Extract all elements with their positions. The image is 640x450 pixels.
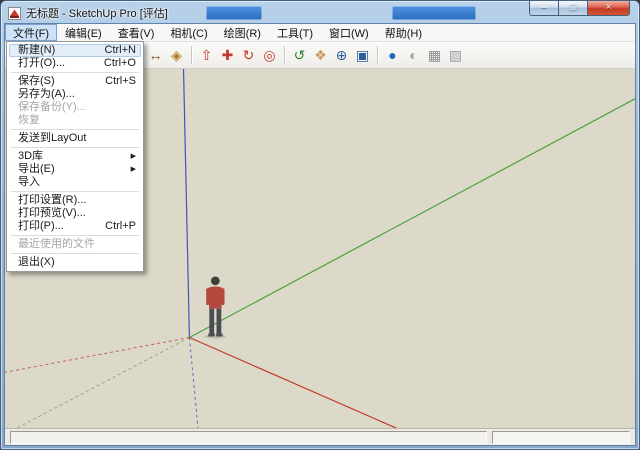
menu-separator (11, 235, 139, 236)
red-axis-negative (5, 338, 189, 373)
menu-item-shortcut: Ctrl+P (95, 220, 136, 233)
menubar-item-view[interactable]: 查看(V) (110, 24, 163, 41)
file-menu-item-open[interactable]: 打开(O)... Ctrl+O (9, 57, 141, 70)
figure-left-arm (206, 288, 209, 305)
menu-item-label: 退出(X) (18, 256, 55, 269)
menubar-item-tools[interactable]: 工具(T) (269, 24, 321, 41)
status-message-area (10, 431, 487, 444)
menu-item-shortcut: Ctrl+O (94, 57, 136, 70)
menu-item-label: 打印设置(R)... (18, 194, 86, 207)
red-axis (189, 338, 443, 428)
blue-axis-negative (189, 338, 198, 428)
window-title: 无标题 - SketchUp Pro [评估] (26, 5, 168, 21)
zoom-tool-icon[interactable]: ⊕ (331, 44, 352, 66)
submenu-arrow-icon: ▶ (131, 163, 136, 176)
tape-measure-tool-icon[interactable]: ↔ (145, 44, 166, 66)
toolbar-separator (191, 46, 192, 64)
green-axis-negative (17, 338, 189, 428)
menubar-item-help[interactable]: 帮助(H) (377, 24, 430, 41)
menubar-item-edit[interactable]: 编辑(E) (57, 24, 110, 41)
menubar-item-window[interactable]: 窗口(W) (321, 24, 377, 41)
toolbar-separator (284, 46, 285, 64)
menu-item-label: 另存为(A)... (18, 88, 75, 101)
file-menu-item-new[interactable]: 新建(N) Ctrl+N (9, 44, 141, 57)
pan-tool-icon[interactable]: ❖ (310, 44, 331, 66)
figure-right-arm (222, 288, 225, 305)
green-axis (189, 99, 635, 338)
menu-item-label: 最近使用的文件 (18, 238, 95, 251)
minimize-button[interactable]: – (529, 1, 558, 16)
menubar-item-file[interactable]: 文件(F) (5, 24, 57, 41)
figure-right-foot (216, 334, 222, 337)
submenu-arrow-icon: ▶ (131, 150, 136, 163)
menu-separator (11, 129, 139, 130)
menu-item-label: 新建(N) (18, 44, 55, 57)
menu-separator (11, 191, 139, 192)
menu-item-label: 保存备份(Y)... (18, 101, 86, 114)
menu-item-label: 打印(P)... (18, 220, 64, 233)
toolbar-separator (377, 46, 378, 64)
file-menu-item-print[interactable]: 打印(P)... Ctrl+P (9, 220, 141, 233)
file-menu-item-revert: 恢复 (9, 114, 141, 127)
close-button[interactable]: × (587, 1, 630, 16)
rotate-tool-icon[interactable]: ↻ (238, 44, 259, 66)
file-menu-item-3d-warehouse[interactable]: 3D库 ▶ (9, 150, 141, 163)
menu-item-label: 导入 (18, 176, 40, 189)
menu-item-label: 3D库 (18, 150, 43, 163)
titlebar[interactable]: 无标题 - SketchUp Pro [评估] –□× (4, 3, 636, 23)
add-location-tool-icon[interactable]: ● (382, 44, 403, 66)
toggle-terrain-tool-icon[interactable]: ◐ (403, 44, 424, 66)
push-pull-tool-icon[interactable]: ⇧ (196, 44, 217, 66)
menu-item-label: 保存(S) (18, 75, 55, 88)
file-menu-item-print-setup[interactable]: 打印设置(R)... (9, 194, 141, 207)
window-controls: –□× (529, 1, 630, 16)
overlay-badge-2 (392, 6, 476, 20)
menu-bar: 文件(F)编辑(E)查看(V)相机(C)绘图(R)工具(T)窗口(W)帮助(H) (5, 24, 635, 42)
extension-warehouse-tool-icon[interactable]: ▧ (445, 44, 466, 66)
file-menu-item-save-backup: 保存备份(Y)... (9, 101, 141, 114)
figure-right-leg (217, 309, 222, 335)
zoom-extents-tool-icon[interactable]: ▣ (352, 44, 373, 66)
offset-tool-icon[interactable]: ◎ (259, 44, 280, 66)
file-menu-item-import[interactable]: 导入 (9, 176, 141, 189)
measurements-box[interactable] (492, 431, 630, 444)
blue-axis (183, 69, 189, 338)
sketchup-window: 无标题 - SketchUp Pro [评估] –□× 文件(F)编辑(E)查看… (0, 0, 640, 450)
menu-separator (11, 253, 139, 254)
figure-left-leg (209, 309, 214, 335)
file-menu-item-save[interactable]: 保存(S) Ctrl+S (9, 75, 141, 88)
menubar-item-camera[interactable]: 相机(C) (162, 24, 215, 41)
orbit-tool-icon[interactable]: ↺ (289, 44, 310, 66)
paint-bucket-tool-icon[interactable]: ◈ (166, 44, 187, 66)
photo-textures-tool-icon[interactable]: ▦ (424, 44, 445, 66)
menu-separator (11, 72, 139, 73)
file-menu-dropdown: 新建(N) Ctrl+N 打开(O)... Ctrl+O 保存(S) Ctrl+S 另存为(… (6, 41, 144, 272)
status-bar (5, 428, 635, 445)
file-menu-item-exit[interactable]: 退出(X) (9, 256, 141, 269)
menu-item-label: 打印预览(V)... (18, 207, 86, 220)
menu-item-label: 恢复 (18, 114, 40, 127)
menu-item-shortcut: Ctrl+N (95, 44, 136, 57)
file-menu-item-recent-files: 最近使用的文件 (9, 238, 141, 251)
figure-head (211, 276, 220, 285)
file-menu-item-save-as[interactable]: 另存为(A)... (9, 88, 141, 101)
move-tool-icon[interactable]: ✚ (217, 44, 238, 66)
menu-item-label: 发送到LayOut (18, 132, 86, 145)
scale-figure (204, 276, 226, 338)
file-menu-item-send-to-layout[interactable]: 发送到LayOut (9, 132, 141, 145)
app-icon (8, 7, 21, 20)
overlay-badge-1 (206, 6, 262, 20)
menu-separator (11, 147, 139, 148)
menu-item-label: 导出(E) (18, 163, 55, 176)
menu-item-shortcut: Ctrl+S (95, 75, 136, 88)
maximize-button[interactable]: □ (558, 1, 587, 16)
menubar-item-draw[interactable]: 绘图(R) (216, 24, 269, 41)
figure-shadow (204, 334, 226, 338)
file-menu-item-print-preview[interactable]: 打印预览(V)... (9, 207, 141, 220)
figure-left-foot (208, 334, 214, 337)
file-menu-item-export[interactable]: 导出(E) ▶ (9, 163, 141, 176)
figure-torso (208, 287, 222, 309)
menu-item-label: 打开(O)... (18, 57, 65, 70)
